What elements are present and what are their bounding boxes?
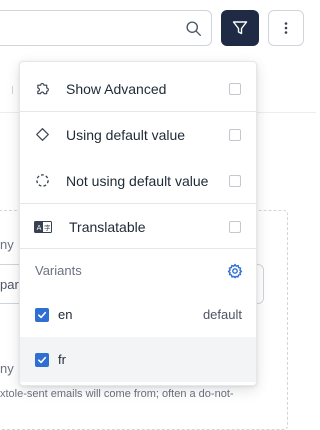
- menu-item-label: Show Advanced: [66, 80, 167, 97]
- background-label: ny: [0, 237, 14, 252]
- check-icon: [38, 356, 47, 363]
- show-advanced-checkbox[interactable]: [229, 82, 241, 95]
- svg-text:A: A: [37, 224, 42, 232]
- variant-item-fr[interactable]: fr: [20, 337, 256, 382]
- gear-icon[interactable]: [227, 263, 243, 279]
- menu-item-translatable[interactable]: A 字 Translatable: [20, 204, 256, 249]
- svg-text:字: 字: [44, 222, 51, 231]
- using-default-checkbox[interactable]: [229, 128, 241, 141]
- check-icon: [38, 311, 47, 318]
- variant-default-tag: default: [202, 307, 242, 322]
- variants-title: Variants: [35, 263, 82, 278]
- menu-item-label: Translatable: [69, 218, 146, 235]
- variant-fr-checkbox[interactable]: [35, 352, 49, 367]
- background-tick: [12, 86, 13, 94]
- filter-icon: [232, 21, 248, 35]
- not-using-default-checkbox[interactable]: [229, 174, 241, 187]
- search-icon[interactable]: [185, 20, 202, 37]
- menu-item-label: Not using default value: [66, 172, 209, 189]
- background-input-value: par: [0, 277, 19, 292]
- translate-icon: A 字: [34, 219, 52, 235]
- filter-menu: Show Advanced Using default value Not us…: [19, 61, 257, 386]
- dashed-circle-icon: [34, 173, 50, 189]
- variant-code: en: [58, 307, 73, 322]
- puzzle-icon: [34, 81, 50, 97]
- variants-header: Variants: [20, 248, 256, 294]
- filter-button[interactable]: [221, 10, 259, 46]
- variant-en-checkbox[interactable]: [35, 307, 49, 322]
- menu-item-label: Using default value: [66, 126, 186, 143]
- menu-item-show-advanced[interactable]: Show Advanced: [20, 66, 256, 111]
- background-label-2: ny: [0, 361, 14, 376]
- variant-code: fr: [58, 352, 66, 367]
- more-vertical-icon: [284, 22, 288, 34]
- more-options-button[interactable]: [268, 10, 304, 46]
- menu-item-not-using-default[interactable]: Not using default value: [20, 158, 256, 203]
- search-input[interactable]: [0, 10, 212, 46]
- diamond-icon: [34, 127, 50, 143]
- translatable-checkbox[interactable]: [229, 220, 241, 233]
- variant-item-en[interactable]: en default: [20, 292, 256, 337]
- menu-item-using-default[interactable]: Using default value: [20, 112, 256, 157]
- background-help-text: xtole-sent emails will come from; often …: [0, 388, 234, 400]
